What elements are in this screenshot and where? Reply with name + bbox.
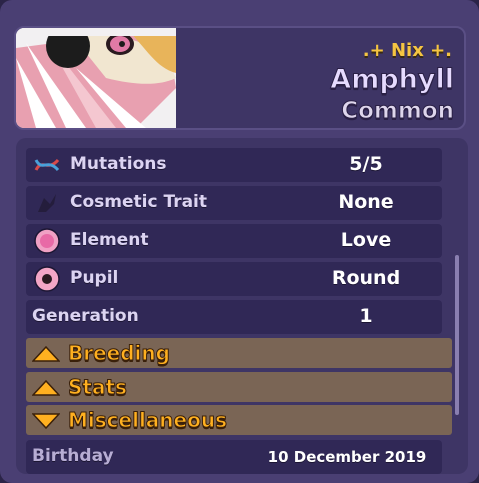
collapse-down-icon [32, 413, 60, 429]
creature-species: Amphyll [330, 64, 455, 96]
row-value: 1 [359, 305, 373, 327]
expand-up-icon [32, 380, 60, 396]
row-label: Generation [32, 306, 139, 326]
cosmetic-icon [34, 190, 60, 216]
row-element: Element Love [26, 224, 442, 258]
row-value: 10 December 2019 [267, 448, 427, 466]
row-label: Cosmetic Trait [70, 192, 208, 212]
dna-icon [34, 152, 60, 178]
row-label: Pupil [70, 268, 119, 288]
section-title: Miscellaneous [68, 408, 228, 433]
section-title: Breeding [68, 341, 171, 366]
expand-up-icon [32, 346, 60, 362]
row-birthday: Birthday 10 December 2019 [26, 440, 442, 474]
row-value: Love [340, 229, 392, 251]
creature-header: .+ Nix +. Amphyll Common [14, 26, 466, 130]
section-miscellaneous[interactable]: Miscellaneous [26, 405, 452, 435]
row-label: Element [70, 230, 149, 250]
row-label: Birthday [32, 446, 114, 466]
row-value: 5/5 [349, 153, 383, 175]
row-mutations: Mutations 5/5 [26, 148, 442, 182]
round-pupil-icon [34, 266, 60, 292]
row-value: None [338, 191, 394, 213]
row-label: Mutations [70, 154, 167, 174]
section-stats[interactable]: Stats [26, 372, 452, 402]
row-generation: Generation 1 [26, 300, 442, 334]
row-cosmetic-trait: Cosmetic Trait None [26, 186, 442, 220]
scrollbar[interactable] [455, 255, 459, 415]
creature-info-panel: .+ Nix +. Amphyll Common Mutations 5/5 C… [0, 0, 479, 483]
section-breeding[interactable]: Breeding [26, 338, 452, 368]
creature-rarity: Common [341, 98, 455, 125]
row-value: Round [331, 267, 401, 289]
love-element-icon [34, 228, 60, 254]
creature-portrait [16, 28, 176, 128]
section-title: Stats [68, 375, 128, 400]
row-pupil: Pupil Round [26, 262, 442, 296]
creature-nickname: .+ Nix +. [362, 40, 452, 61]
